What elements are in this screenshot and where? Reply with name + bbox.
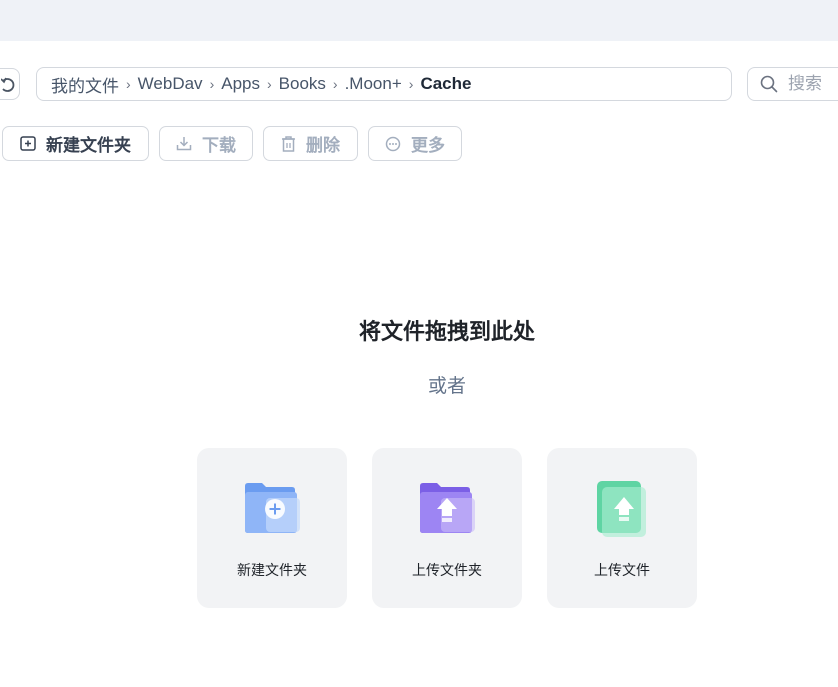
chevron-right-icon: › <box>332 76 338 92</box>
refresh-button[interactable] <box>0 68 20 100</box>
or-text: 或者 <box>427 376 466 397</box>
new-folder-button[interactable]: 新建文件夹 <box>2 126 149 161</box>
upload-file-icon <box>597 481 646 537</box>
upload-file-card[interactable]: 上传文件 <box>547 448 697 608</box>
delete-button[interactable]: 删除 <box>263 126 358 161</box>
top-bar <box>0 0 838 41</box>
search-input[interactable] <box>786 73 838 95</box>
chevron-right-icon: › <box>266 76 272 92</box>
trash-icon <box>282 135 295 152</box>
new-folder-label: 新建文件夹 <box>46 136 131 155</box>
drop-zone-title: 将文件拖拽到此处 <box>358 319 535 344</box>
search-icon <box>760 75 778 93</box>
download-icon <box>176 137 192 151</box>
new-folder-card-label: 新建文件夹 <box>237 562 307 578</box>
delete-label: 删除 <box>306 136 340 155</box>
upload-folder-card[interactable]: 上传文件夹 <box>372 448 522 608</box>
chevron-right-icon: › <box>209 76 215 92</box>
new-folder-card[interactable]: 新建文件夹 <box>197 448 347 608</box>
more-button[interactable]: 更多 <box>368 126 462 161</box>
breadcrumb: 我的文件 › WebDav › Apps › Books › .Moon+ › … <box>36 67 732 101</box>
breadcrumb-item-apps[interactable]: Apps <box>221 74 260 94</box>
search-box[interactable] <box>747 67 838 101</box>
breadcrumb-item-webdav[interactable]: WebDav <box>138 74 203 94</box>
breadcrumb-item-cache[interactable]: Cache <box>420 74 471 94</box>
add-folder-icon <box>20 136 36 151</box>
more-label: 更多 <box>411 136 445 155</box>
breadcrumb-item-my-files[interactable]: 我的文件 <box>51 72 119 97</box>
refresh-icon <box>1 77 15 92</box>
more-icon <box>385 136 401 151</box>
upload-file-card-label: 上传文件 <box>594 562 650 578</box>
chevron-right-icon: › <box>408 76 414 92</box>
chevron-right-icon: › <box>126 76 131 92</box>
breadcrumb-item-books[interactable]: Books <box>279 74 326 94</box>
breadcrumb-item-moon[interactable]: .Moon+ <box>345 74 402 94</box>
upload-folder-card-label: 上传文件夹 <box>412 562 482 578</box>
upload-folder-icon <box>420 483 475 533</box>
download-button[interactable]: 下载 <box>159 126 253 161</box>
download-label: 下载 <box>202 136 236 155</box>
new-folder-icon <box>245 483 300 533</box>
